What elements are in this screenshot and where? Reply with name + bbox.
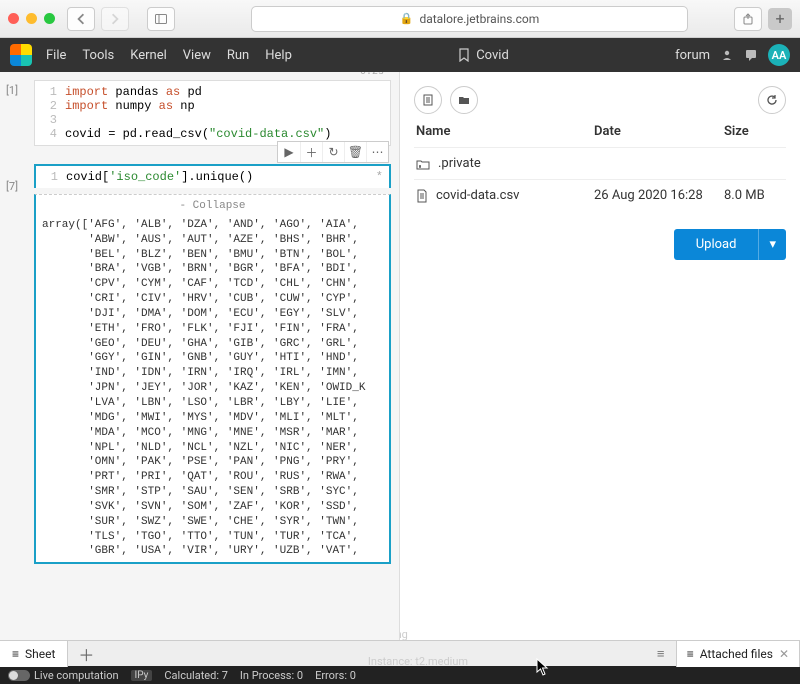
menu-file[interactable]: File: [46, 48, 66, 63]
sidebar-toggle-button[interactable]: [147, 7, 175, 31]
file-date: 26 Aug 2020 16:28: [594, 188, 714, 203]
share-button[interactable]: [734, 7, 762, 31]
close-window[interactable]: [8, 13, 19, 24]
status-calculated: Calculated: 7: [164, 669, 228, 682]
file-name: covid-data.csv: [436, 188, 519, 203]
file-icon: [416, 189, 428, 203]
chat-icon[interactable]: [744, 48, 758, 62]
menu-help[interactable]: Help: [265, 48, 292, 63]
back-button[interactable]: [67, 7, 95, 31]
col-date[interactable]: Date: [594, 124, 714, 139]
run-cell-button[interactable]: ▶: [278, 142, 300, 162]
add-cell-button[interactable]: ＋: [300, 142, 322, 162]
file-name: .private: [438, 156, 481, 171]
file-row[interactable]: covid-data.csv 26 Aug 2020 16:28 8.0 MB: [414, 179, 786, 211]
status-errors: Errors: 0: [315, 669, 356, 682]
cell2-dirty-indicator: *: [376, 170, 383, 184]
refresh-cell-button[interactable]: ↻: [322, 142, 344, 162]
address-bar[interactable]: 🔒 datalore.jetbrains.com: [251, 6, 688, 32]
menu-kernel[interactable]: Kernel: [130, 48, 167, 63]
private-folder-icon: [416, 158, 430, 170]
maximize-window[interactable]: [44, 13, 55, 24]
upload-dropdown-button[interactable]: ▾: [758, 229, 786, 260]
file-table-header: Name Date Size: [414, 114, 786, 147]
cell-toolbar: ▶ ＋ ↻ 🗑 ⋯: [277, 141, 389, 163]
upload-button[interactable]: Upload: [674, 229, 759, 260]
menu-tools[interactable]: Tools: [82, 48, 114, 63]
folder-view-button[interactable]: [450, 86, 478, 114]
notebook-tab-label: Covid: [476, 48, 509, 63]
kernel-badge: IPy: [131, 670, 153, 681]
file-list-view-button[interactable]: [414, 86, 442, 114]
bookmark-icon: [458, 48, 470, 62]
cell-output: - Collapse array(['AFG', 'ALB', 'DZA', '…: [34, 194, 391, 564]
cell1-timing: * 0.2s: [342, 72, 384, 78]
menu-run[interactable]: Run: [227, 48, 249, 63]
status-inprocess: In Process: 0: [240, 669, 303, 682]
lock-icon: 🔒: [400, 12, 414, 25]
add-sheet-button[interactable]: ＋: [68, 641, 104, 667]
refresh-files-button[interactable]: [758, 86, 786, 114]
avatar[interactable]: AA: [768, 44, 790, 66]
file-row[interactable]: .private: [414, 147, 786, 179]
menu-view[interactable]: View: [183, 48, 211, 63]
mouse-cursor-icon: [536, 658, 550, 676]
col-name[interactable]: Name: [416, 124, 584, 139]
delete-cell-button[interactable]: 🗑: [344, 142, 366, 162]
notebook-tab[interactable]: Covid: [458, 48, 509, 63]
sheet-label: Sheet: [25, 647, 55, 661]
notebook-panel: [1] * 0.2s 1import pandas as pd 2import …: [0, 72, 400, 640]
file-size: 8.0 MB: [724, 188, 784, 203]
output-text[interactable]: array(['AFG', 'ALB', 'DZA', 'AND', 'AGO'…: [42, 218, 383, 556]
forum-link[interactable]: forum: [675, 48, 710, 63]
hamburger-icon: ≡: [12, 647, 19, 661]
cell-exec-label-1: [1]: [6, 84, 18, 97]
status-bar: Live computation IPy Calculated: 7 In Pr…: [0, 666, 800, 684]
live-computation-label: Live computation: [34, 669, 119, 682]
code-cell-1[interactable]: * 0.2s 1import pandas as pd 2import nump…: [34, 80, 391, 146]
datalore-logo-icon: [10, 44, 32, 66]
window-controls: [8, 13, 55, 24]
col-size[interactable]: Size: [724, 124, 784, 139]
code-cell-2[interactable]: * 1covid['iso_code'].unique(): [34, 164, 391, 188]
sheet-tab[interactable]: ≡ Sheet: [0, 641, 68, 667]
user-icon[interactable]: [720, 48, 734, 62]
more-cell-button[interactable]: ⋯: [366, 142, 388, 162]
status-instance: Instance: t2.medium: [368, 655, 792, 668]
url-text: datalore.jetbrains.com: [419, 12, 539, 26]
app-menubar: File Tools Kernel View Run Help Covid fo…: [0, 38, 800, 72]
new-tab-button[interactable]: +: [768, 8, 792, 30]
live-computation-toggle[interactable]: [8, 670, 30, 681]
attached-files-panel: Name Date Size .private covid-data.csv 2…: [400, 72, 800, 640]
forward-button[interactable]: [101, 7, 129, 31]
main-menu: File Tools Kernel View Run Help: [46, 48, 292, 63]
status-running: Running: [368, 628, 792, 641]
collapse-output-button[interactable]: - Collapse: [42, 199, 383, 214]
browser-toolbar: 🔒 datalore.jetbrains.com +: [0, 0, 800, 38]
minimize-window[interactable]: [26, 13, 37, 24]
